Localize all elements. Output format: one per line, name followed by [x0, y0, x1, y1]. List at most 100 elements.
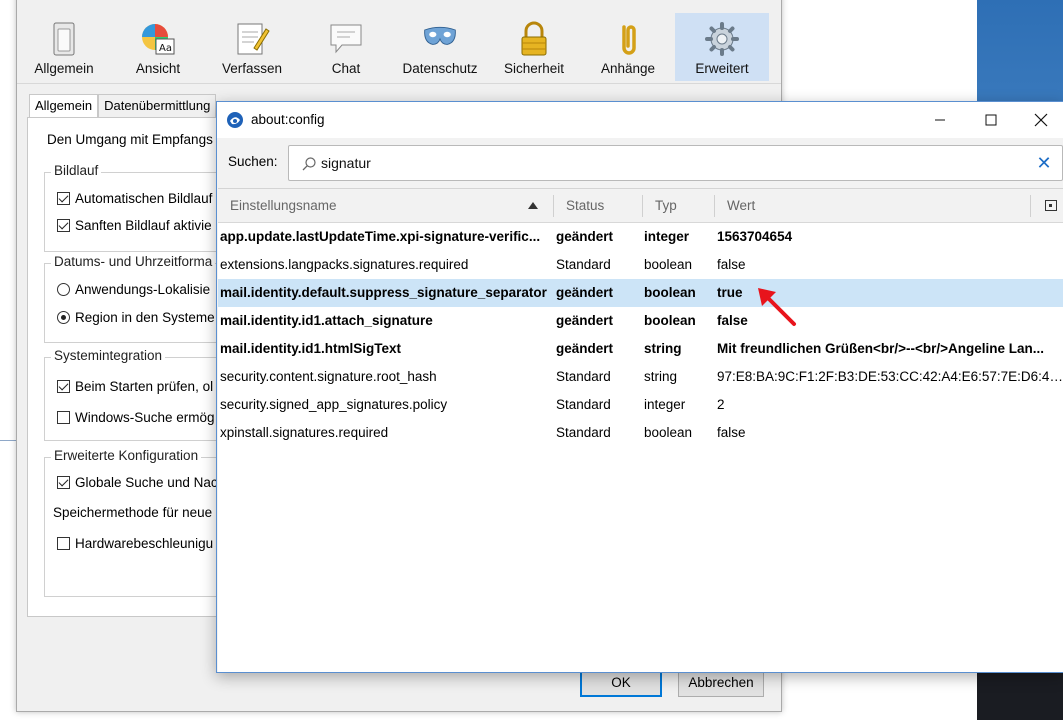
search-field[interactable]: ✕ [288, 145, 1063, 181]
checkbox-label: Sanften Bildlauf aktivie [75, 218, 212, 233]
toolbar-label: Allgemein [34, 61, 94, 76]
search-icon [302, 157, 316, 171]
group-label: Bildlauf [51, 163, 102, 178]
ok-button[interactable]: OK [580, 669, 662, 697]
cell-name: mail.identity.default.suppress_signature… [220, 285, 547, 300]
checkbox-label: Hardwarebeschleunigu [75, 536, 214, 551]
mask-icon [422, 21, 458, 57]
cell-value: Mit freundlichen Grüßen<br/>--<br/>Angel… [717, 341, 1045, 356]
toolbar-label: Chat [331, 61, 361, 76]
padlock-icon [516, 21, 552, 57]
tab-allgemein[interactable]: Allgemein [29, 94, 99, 119]
cell-type: integer [644, 229, 690, 244]
column-divider[interactable] [714, 195, 715, 217]
cell-type: boolean [644, 313, 696, 328]
checkbox[interactable] [57, 537, 70, 550]
column-header-type[interactable]: Typ [655, 198, 677, 213]
toolbar-datenschutz[interactable]: Datenschutz [393, 13, 487, 81]
radio[interactable] [57, 283, 70, 296]
radio-label: Anwendungs-Lokalisie [75, 282, 211, 297]
table-row[interactable]: security.content.signature.root_hash Sta… [218, 363, 1063, 391]
window-title: about:config [251, 112, 325, 127]
toolbar-verfassen[interactable]: Verfassen [205, 13, 299, 81]
radio-app-locale[interactable]: Anwendungs-Lokalisie [57, 282, 210, 297]
close-icon [1034, 113, 1048, 127]
search-label: Suchen: [228, 154, 278, 169]
thunderbird-logo-icon [226, 111, 244, 129]
startup-check-checkbox[interactable]: Beim Starten prüfen, ol [57, 379, 213, 394]
toolbar-sicherheit[interactable]: Sicherheit [487, 13, 581, 81]
smooth-scroll-checkbox[interactable]: Sanften Bildlauf aktivie [57, 218, 212, 233]
palette-icon: Aa [140, 21, 176, 57]
close-button[interactable] [1018, 102, 1063, 138]
column-divider[interactable] [1030, 195, 1031, 217]
group-label: Systemintegration [51, 348, 166, 363]
column-divider[interactable] [642, 195, 643, 217]
cell-status: geändert [556, 285, 614, 300]
cell-value: 97:E8:BA:9C:F1:2F:B3:DE:53:CC:42:A4:E6:5… [717, 369, 1063, 384]
checkbox[interactable] [57, 192, 70, 205]
toolbar-label: Anhänge [600, 61, 656, 76]
cell-status: Standard [556, 397, 611, 412]
cell-type: boolean [644, 257, 693, 272]
cell-value: false [717, 257, 746, 272]
clear-search-icon[interactable]: ✕ [1034, 153, 1054, 173]
cell-status: geändert [556, 229, 614, 244]
cell-status: geändert [556, 341, 614, 356]
column-header-value[interactable]: Wert [727, 198, 755, 213]
column-picker-icon[interactable] [1045, 200, 1057, 211]
gear-icon [704, 21, 740, 57]
table-row[interactable]: app.update.lastUpdateTime.xpi-signature-… [218, 223, 1063, 251]
table-row[interactable]: extensions.langpacks.signatures.required… [218, 251, 1063, 279]
hw-accel-checkbox[interactable]: Hardwarebeschleunigu [57, 536, 213, 551]
table-row[interactable]: mail.identity.id1.attach_signature geänd… [218, 307, 1063, 335]
cell-type: string [644, 341, 682, 356]
checkbox-label: Globale Suche und Nac [75, 475, 218, 490]
search-input[interactable] [321, 153, 1021, 173]
options-tabs: Allgemein Datenübermittlung [29, 94, 217, 119]
sort-ascending-icon [528, 202, 538, 209]
checkbox[interactable] [57, 476, 70, 489]
preferences-table: Einstellungsname Status Typ Wert app.upd… [218, 188, 1063, 672]
radio-region-locale[interactable]: Region in den Systeme [57, 310, 215, 325]
cell-type: boolean [644, 425, 693, 440]
cell-value: false [717, 425, 746, 440]
cell-name: security.signed_app_signatures.policy [220, 397, 448, 412]
table-header: Einstellungsname Status Typ Wert [218, 189, 1063, 223]
column-divider[interactable] [553, 195, 554, 217]
toolbar-chat[interactable]: Chat [299, 13, 393, 81]
tab-datenuebermittlung[interactable]: Datenübermittlung [98, 94, 217, 118]
checkbox[interactable] [57, 219, 70, 232]
toolbar-label: Erweitert [695, 61, 749, 76]
table-row[interactable]: xpinstall.signatures.required Standard b… [218, 419, 1063, 447]
table-body: app.update.lastUpdateTime.xpi-signature-… [218, 223, 1063, 447]
intro-text: Den Umgang mit Empfangs [47, 132, 213, 147]
maximize-button[interactable] [968, 102, 1014, 138]
table-row[interactable]: security.signed_app_signatures.policy St… [218, 391, 1063, 419]
title-bar[interactable]: about:config [217, 102, 1063, 138]
about-config-window: about:config Suchen: ✕ Einstellungsname … [216, 101, 1063, 673]
toolbar-allgemein[interactable]: Allgemein [17, 13, 111, 81]
checkbox[interactable] [57, 411, 70, 424]
table-row[interactable]: mail.identity.default.suppress_signature… [218, 279, 1063, 307]
minimize-button[interactable] [917, 102, 963, 138]
toolbar-erweitert[interactable]: Erweitert [675, 13, 769, 81]
radio[interactable] [57, 311, 70, 324]
radio-label: Region in den Systeme [75, 310, 215, 325]
column-header-name[interactable]: Einstellungsname [230, 198, 337, 213]
cancel-button[interactable]: Abbrechen [678, 669, 764, 697]
auto-scroll-checkbox[interactable]: Automatischen Bildlauf [57, 191, 212, 206]
global-search-checkbox[interactable]: Globale Suche und Nac [57, 475, 218, 490]
cell-value: 1563704654 [717, 229, 793, 244]
toolbar-label: Verfassen [221, 61, 283, 76]
column-header-status[interactable]: Status [566, 198, 604, 213]
checkbox[interactable] [57, 380, 70, 393]
toolbar-anhaenge[interactable]: Anhänge [581, 13, 675, 81]
cell-type: string [644, 369, 678, 384]
desktop-wallpaper-dark [977, 672, 1063, 720]
toolbar-ansicht[interactable]: Aa Ansicht [111, 13, 205, 81]
windows-search-checkbox[interactable]: Windows-Suche ermög [57, 410, 215, 425]
toolbar-label: Datenschutz [402, 61, 478, 76]
annotation-arrow-icon [758, 288, 796, 326]
table-row[interactable]: mail.identity.id1.htmlSigText geändert s… [218, 335, 1063, 363]
